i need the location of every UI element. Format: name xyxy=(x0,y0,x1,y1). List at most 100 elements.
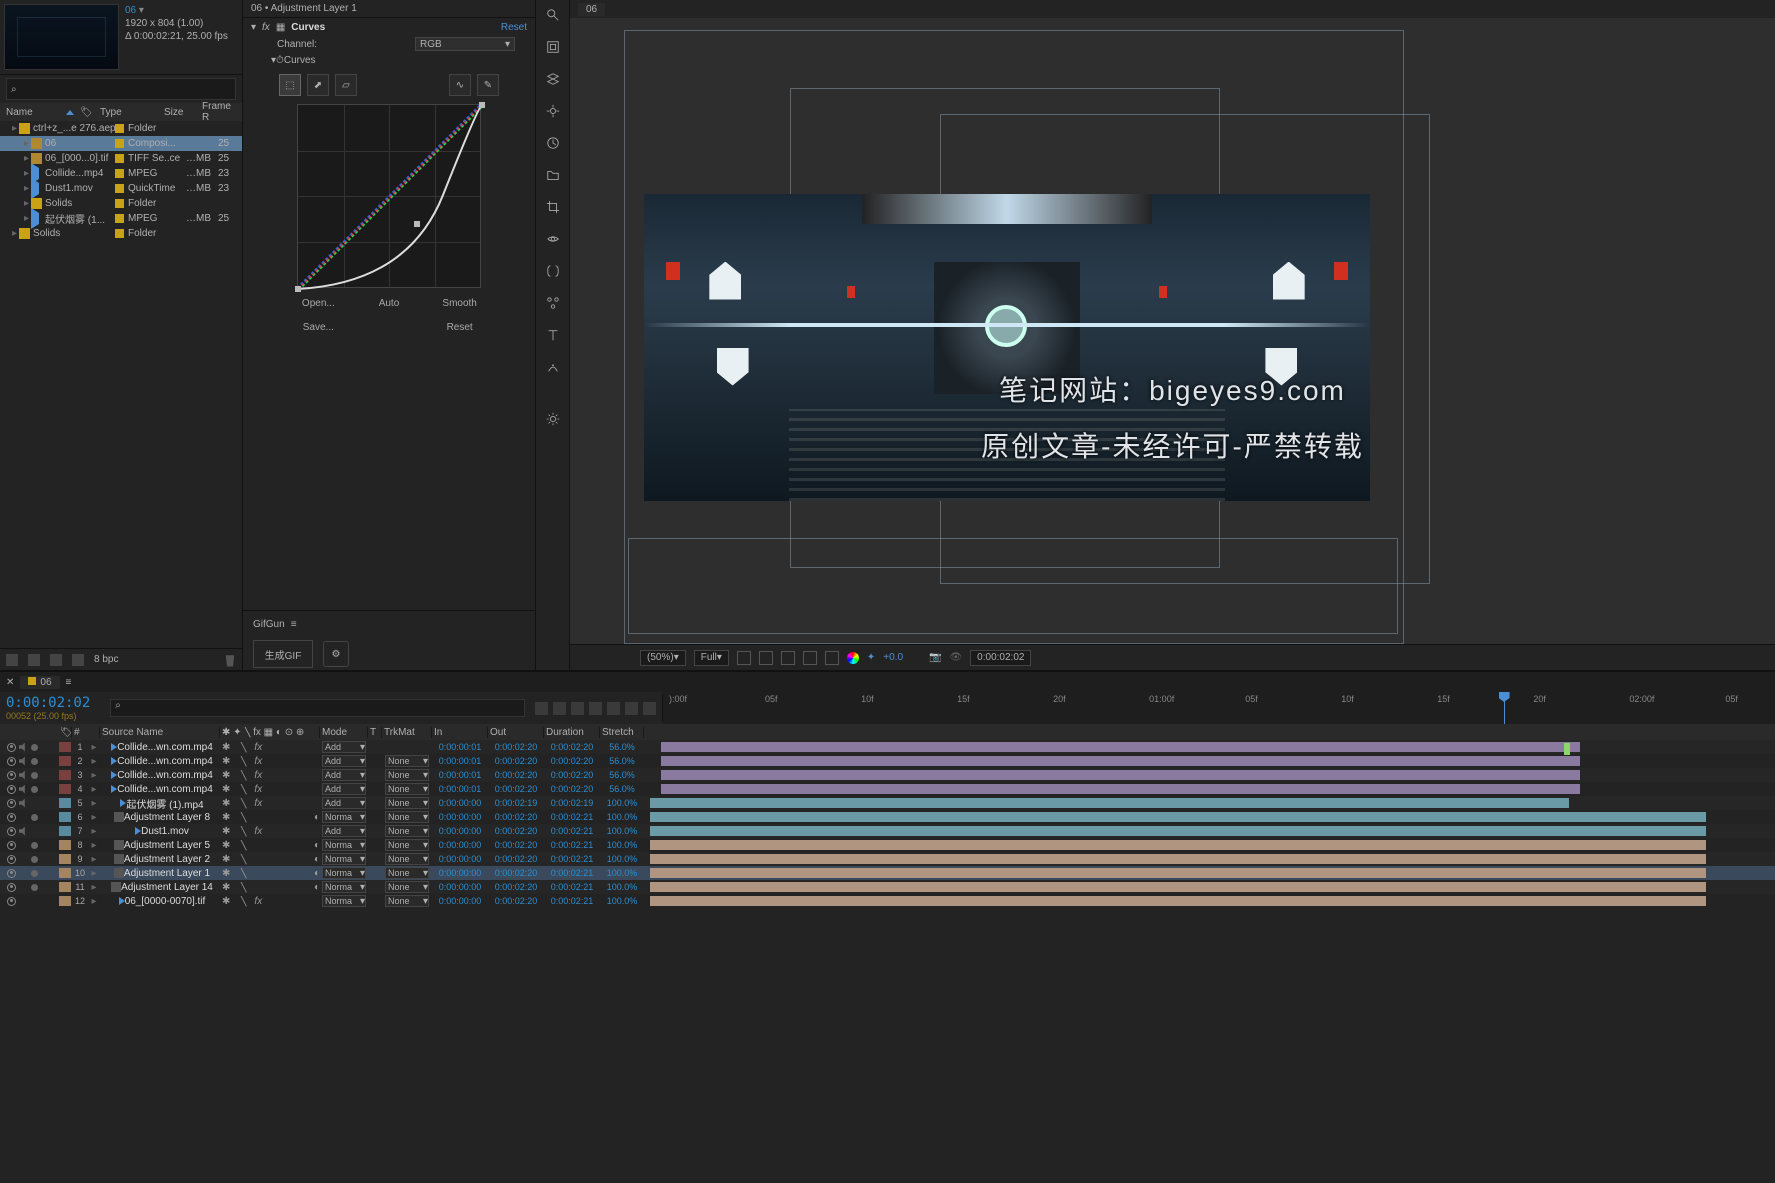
layer-in[interactable]: 0:00:00:01 xyxy=(432,770,488,780)
layer-duration[interactable]: 0:00:02:21 xyxy=(544,854,600,864)
layer-bar[interactable] xyxy=(661,770,1580,780)
layer-switches[interactable]: ✱╲fx xyxy=(220,798,320,809)
solo-toggle[interactable] xyxy=(31,772,38,779)
blend-mode-select[interactable]: Norma ▾ xyxy=(322,853,366,865)
layer-stretch[interactable]: 56.0% xyxy=(600,770,644,780)
layer-stretch[interactable]: 56.0% xyxy=(600,742,644,752)
layer-bar[interactable] xyxy=(650,840,1706,850)
label-color[interactable] xyxy=(115,154,124,163)
audio-toggle[interactable] xyxy=(19,799,28,808)
layer-row[interactable]: 6▸ Adjustment Layer 8✱╲◐Norma ▾None ▾0:0… xyxy=(0,810,1775,824)
label-color[interactable] xyxy=(115,139,124,148)
comp-flowchart-icon[interactable] xyxy=(535,702,548,715)
layer-switches[interactable]: ✱╲fx xyxy=(220,784,320,795)
layer-row[interactable]: 10▸ Adjustment Layer 1✱╲◐Norma ▾None ▾0:… xyxy=(0,866,1775,880)
crop-icon[interactable] xyxy=(544,198,562,216)
layer-bar[interactable] xyxy=(650,854,1706,864)
label-color[interactable] xyxy=(115,229,124,238)
blend-mode-select[interactable]: Norma ▾ xyxy=(322,811,366,823)
layer-duration[interactable]: 0:00:02:21 xyxy=(544,812,600,822)
text-icon[interactable] xyxy=(544,326,562,344)
time-ruler[interactable]: ):00f05f10f15f20f01:00f05f10f15f20f02:00… xyxy=(663,692,1775,724)
settings-icon[interactable] xyxy=(544,410,562,428)
preset-icon[interactable]: ▦ xyxy=(276,22,285,33)
wireframe-icon[interactable] xyxy=(544,38,562,56)
layer-row[interactable]: 11▸ Adjustment Layer 14✱╲◐Norma ▾None ▾0… xyxy=(0,880,1775,894)
braces-icon[interactable] xyxy=(544,262,562,280)
layer-duration[interactable]: 0:00:02:21 xyxy=(544,882,600,892)
layer-stretch[interactable]: 56.0% xyxy=(600,756,644,766)
blend-mode-select[interactable]: Norma ▾ xyxy=(322,839,366,851)
layer-out[interactable]: 0:00:02:20 xyxy=(488,784,544,794)
project-list[interactable]: ▸ctrl+z_...e 276.aepFolder▸06Composi...2… xyxy=(0,121,242,648)
layer-stretch[interactable]: 100.0% xyxy=(600,882,644,892)
layer-duration[interactable]: 0:00:02:20 xyxy=(544,770,600,780)
layer-bar[interactable] xyxy=(650,868,1706,878)
grid-icon[interactable] xyxy=(803,651,817,665)
layer-out[interactable]: 0:00:02:20 xyxy=(488,770,544,780)
layer-name[interactable]: Collide...wn.com.mp4 xyxy=(100,756,220,767)
trkmat-select[interactable]: None ▾ xyxy=(385,783,429,795)
layer-stretch[interactable]: 56.0% xyxy=(600,784,644,794)
layer-row[interactable]: 4▸ Collide...wn.com.mp4✱╲fxAdd ▾None ▾0:… xyxy=(0,782,1775,796)
label-color[interactable] xyxy=(59,882,71,892)
curves-auto-btn[interactable]: Auto xyxy=(359,294,419,312)
clock-icon[interactable] xyxy=(544,134,562,152)
visibility-toggle[interactable] xyxy=(7,757,16,766)
stopwatch-icon[interactable]: ⏱ xyxy=(276,55,284,66)
gifgun-settings-btn[interactable]: ⚙ xyxy=(323,641,349,667)
layer-bar[interactable] xyxy=(650,896,1706,906)
layer-duration[interactable]: 0:00:02:20 xyxy=(544,784,600,794)
visibility-toggle[interactable] xyxy=(7,743,16,752)
eye-icon[interactable] xyxy=(544,230,562,248)
layer-in[interactable]: 0:00:00:00 xyxy=(432,812,488,822)
label-color[interactable] xyxy=(59,798,71,808)
audio-toggle[interactable] xyxy=(19,757,28,766)
target-icon[interactable] xyxy=(544,102,562,120)
layer-in[interactable]: 0:00:00:01 xyxy=(432,756,488,766)
resolution-select[interactable]: Full ▾ xyxy=(694,650,729,666)
visibility-toggle[interactable] xyxy=(7,827,16,836)
label-color[interactable] xyxy=(59,896,71,906)
layer-stretch[interactable]: 100.0% xyxy=(600,812,644,822)
layer-name[interactable]: Adjustment Layer 2 xyxy=(100,854,220,865)
layer-switches[interactable]: ✱╲fx xyxy=(220,742,320,753)
blend-mode-select[interactable]: Add ▾ xyxy=(322,769,366,781)
layer-out[interactable]: 0:00:02:20 xyxy=(488,854,544,864)
trkmat-select[interactable]: None ▾ xyxy=(385,853,429,865)
trkmat-select[interactable]: None ▾ xyxy=(385,755,429,767)
layer-name[interactable]: Collide...wn.com.mp4 xyxy=(100,784,220,795)
label-color[interactable] xyxy=(59,854,71,864)
layer-name[interactable]: Dust1.mov xyxy=(100,826,220,837)
label-color[interactable] xyxy=(59,756,71,766)
layer-switches[interactable]: ✱╲◐ xyxy=(220,882,320,893)
layer-row[interactable]: 12▸ 06_[0000-0070].tif✱╲fxNorma ▾None ▾0… xyxy=(0,894,1775,908)
layer-switches[interactable]: ✱╲◐ xyxy=(220,868,320,879)
solo-toggle[interactable] xyxy=(31,856,38,863)
curve-tool-bezier-btn[interactable]: ⬈ xyxy=(307,74,329,96)
close-tab-icon[interactable]: ✕ xyxy=(6,677,14,688)
shy-icon[interactable] xyxy=(571,702,584,715)
layer-switches[interactable]: ✱╲◐ xyxy=(220,854,320,865)
layer-stretch[interactable]: 100.0% xyxy=(600,826,644,836)
curves-smooth-btn[interactable]: Smooth xyxy=(430,294,490,312)
blend-mode-select[interactable]: Norma ▾ xyxy=(322,895,366,907)
label-color[interactable] xyxy=(59,826,71,836)
project-column-headers[interactable]: Name 🏷 Type Size Frame R xyxy=(0,103,242,121)
layer-row[interactable]: 2▸ Collide...wn.com.mp4✱╲fxAdd ▾None ▾0:… xyxy=(0,754,1775,768)
layer-out[interactable]: 0:00:02:19 xyxy=(488,798,544,808)
timeline-search[interactable]: ⌕ xyxy=(110,699,525,717)
layer-in[interactable]: 0:00:00:00 xyxy=(432,840,488,850)
layer-bar[interactable] xyxy=(661,756,1580,766)
label-color[interactable] xyxy=(59,784,71,794)
blend-mode-select[interactable]: Norma ▾ xyxy=(322,881,366,893)
project-search[interactable]: ⌕ xyxy=(6,78,236,100)
snapshot-icon[interactable]: 📷 xyxy=(929,652,941,663)
label-color[interactable] xyxy=(115,214,124,223)
audio-toggle[interactable] xyxy=(19,785,28,794)
layer-out[interactable]: 0:00:02:20 xyxy=(488,812,544,822)
layer-list[interactable]: 1▸ Collide...wn.com.mp4✱╲fxAdd ▾0:00:00:… xyxy=(0,740,1775,1183)
label-color[interactable] xyxy=(59,770,71,780)
visibility-toggle[interactable] xyxy=(7,785,16,794)
curves-reset-btn[interactable]: Reset xyxy=(430,318,490,336)
